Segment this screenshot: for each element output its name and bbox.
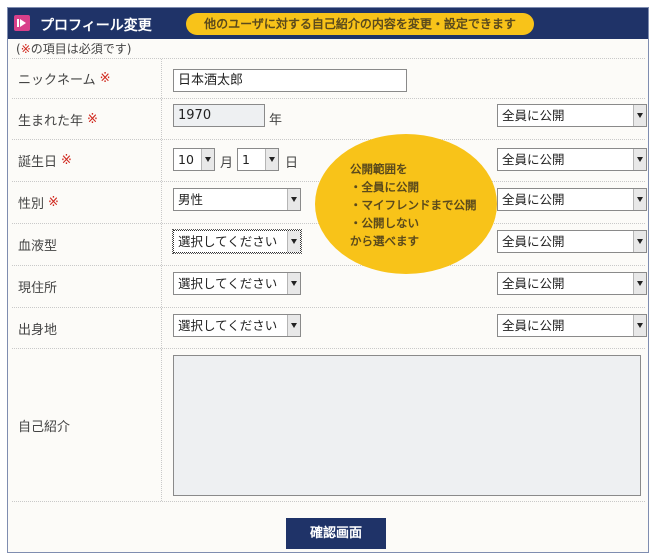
- chevron-down-icon: [265, 149, 278, 170]
- chevron-down-icon: [201, 149, 214, 170]
- birth-year-label-text: 生まれた年: [18, 113, 84, 129]
- chevron-down-icon: [633, 273, 646, 294]
- profile-edit-panel: プロフィール変更 他のユーザに対する自己紹介の内容を変更・設定できます (※の項…: [7, 7, 649, 553]
- year-unit: 年: [269, 113, 283, 128]
- chevron-down-icon: [287, 315, 300, 336]
- tooltip-line: ・公開しない: [350, 216, 419, 230]
- residence-select[interactable]: 選択してください: [173, 272, 301, 295]
- hometown-visibility-select[interactable]: 全員に公開: [497, 314, 647, 337]
- chevron-down-icon: [633, 105, 646, 126]
- gender-visibility-select[interactable]: 全員に公開: [497, 188, 647, 211]
- row-residence: 現住所 選択してください 全員に公開: [12, 266, 647, 308]
- blood-type-label: 血液型: [12, 224, 162, 265]
- row-birth-year: 生まれた年 ※ 1970 年 全員に公開: [12, 99, 647, 140]
- gender-visibility-value: 全員に公開: [502, 192, 565, 207]
- hometown-visibility-value: 全員に公開: [502, 318, 565, 333]
- blood-type-select[interactable]: 選択してください: [172, 229, 302, 254]
- chevron-down-icon: [287, 231, 300, 252]
- self-intro-textarea[interactable]: [173, 355, 641, 496]
- chevron-down-icon: [287, 273, 300, 294]
- birthday-day-select[interactable]: 1: [237, 148, 279, 171]
- residence-label-text: 現住所: [18, 281, 58, 296]
- visibility-tooltip-text: 公開範囲を ・全員に公開 ・マイフレンドまで公開 ・公開しない から選べます: [350, 160, 477, 250]
- self-intro-label-text: 自己紹介: [18, 419, 71, 435]
- page-title: プロフィール変更: [40, 18, 152, 34]
- nickname-label: ニックネーム ※: [12, 59, 162, 98]
- hometown-label: 出身地: [12, 308, 162, 348]
- birthday-label-text: 誕生日: [18, 155, 58, 170]
- confirm-button[interactable]: 確認画面: [286, 518, 386, 549]
- birth-year-visibility-select[interactable]: 全員に公開: [497, 104, 647, 127]
- day-unit: 日: [285, 156, 299, 171]
- required-note-mark: ※: [20, 42, 31, 56]
- blood-type-value: 選択してください: [178, 234, 278, 249]
- residence-value: 選択してください: [178, 276, 278, 291]
- required-mark: ※: [99, 71, 111, 86]
- residence-label: 現住所: [12, 266, 162, 307]
- row-nickname: ニックネーム ※ 日本酒太郎: [12, 59, 645, 99]
- tooltip-line: 公開範囲を: [350, 162, 408, 176]
- chevron-down-icon: [633, 231, 646, 252]
- chevron-down-icon: [287, 189, 300, 210]
- residence-visibility-value: 全員に公開: [502, 276, 565, 291]
- header-notice: 他のユーザに対する自己紹介の内容を変更・設定できます: [186, 13, 534, 35]
- blood-type-visibility-select[interactable]: 全員に公開: [497, 230, 647, 253]
- birthday-label: 誕生日 ※: [12, 140, 162, 181]
- nickname-label-text: ニックネーム: [18, 73, 96, 88]
- hometown-select[interactable]: 選択してください: [173, 314, 301, 337]
- birth-year-input[interactable]: 1970: [173, 104, 265, 127]
- gender-select[interactable]: 男性: [173, 188, 301, 211]
- required-mark: ※: [87, 111, 98, 127]
- required-mark: ※: [48, 195, 59, 210]
- chevron-down-icon: [633, 149, 646, 170]
- residence-visibility-select[interactable]: 全員に公開: [497, 272, 647, 295]
- birthday-month-value: 10: [178, 152, 194, 167]
- birthday-visibility-value: 全員に公開: [502, 152, 565, 167]
- self-intro-label: 自己紹介: [12, 349, 162, 501]
- required-note: (※の項目は必須です): [16, 40, 131, 57]
- birth-year-label: 生まれた年 ※: [12, 99, 162, 139]
- hometown-value: 選択してください: [178, 318, 278, 333]
- chevron-down-icon: [633, 189, 646, 210]
- chevron-down-icon: [633, 315, 646, 336]
- birthday-visibility-select[interactable]: 全員に公開: [497, 148, 647, 171]
- hometown-label-text: 出身地: [18, 322, 58, 338]
- blood-type-label-text: 血液型: [18, 239, 58, 254]
- play-icon: [14, 15, 30, 31]
- tooltip-line: ・マイフレンドまで公開: [350, 198, 477, 212]
- row-hometown: 出身地 選択してください 全員に公開: [12, 308, 647, 349]
- tooltip-line: から選べます: [350, 234, 419, 248]
- required-mark: ※: [61, 153, 72, 168]
- month-unit: 月: [220, 156, 234, 171]
- gender-label-text: 性別: [18, 197, 45, 212]
- gender-value: 男性: [178, 192, 204, 207]
- gender-label: 性別 ※: [12, 182, 162, 223]
- blood-type-visibility-value: 全員に公開: [502, 234, 565, 249]
- required-note-text: の項目は必須です): [30, 42, 132, 56]
- birth-year-visibility-value: 全員に公開: [502, 108, 565, 123]
- birthday-day-value: 1: [242, 152, 250, 167]
- title-bar: プロフィール変更 他のユーザに対する自己紹介の内容を変更・設定できます: [8, 8, 648, 39]
- nickname-input[interactable]: 日本酒太郎: [173, 69, 407, 92]
- tooltip-line: ・全員に公開: [350, 180, 419, 194]
- birthday-month-select[interactable]: 10: [173, 148, 215, 171]
